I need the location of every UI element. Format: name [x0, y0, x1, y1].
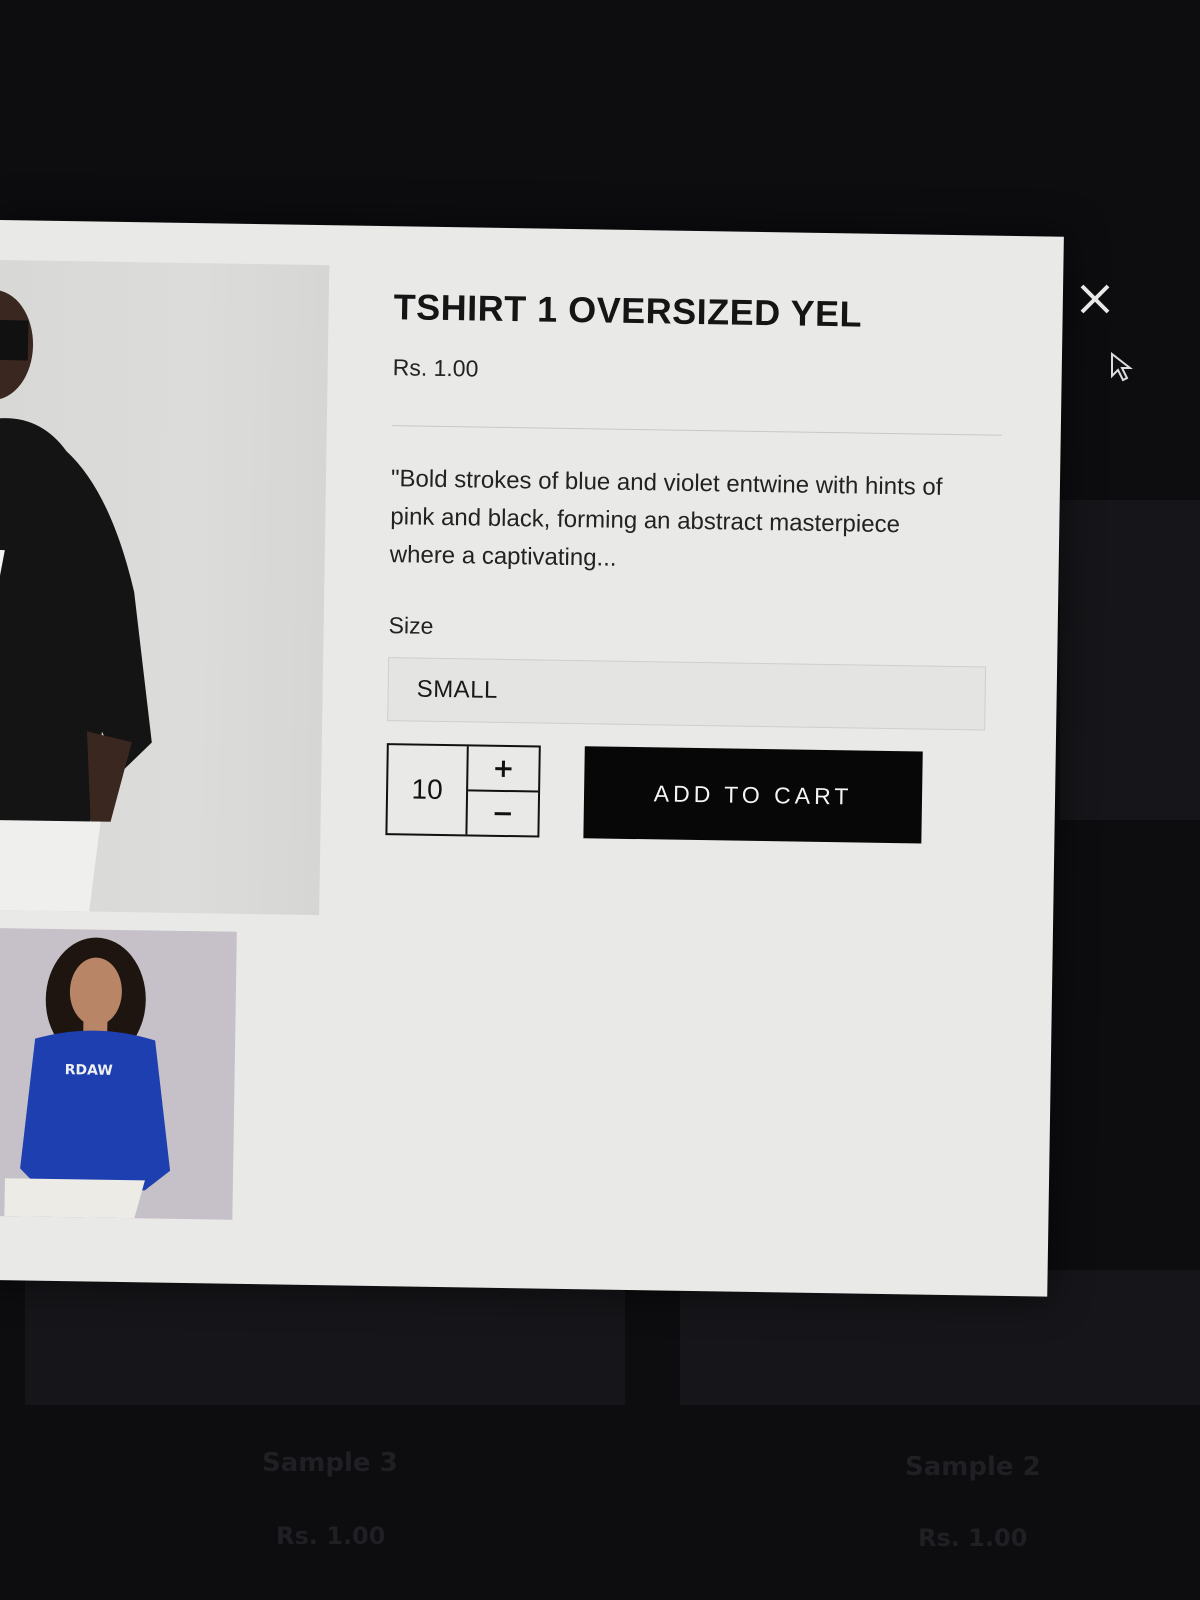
- mouse-pointer-icon: [1110, 351, 1134, 388]
- product-title: TSHIRT 1 OVERSIZED YEL: [393, 286, 863, 335]
- background-product-tile: [25, 1270, 625, 1405]
- quick-view-modal: RDAW TSHIRT 1 OVERSIZED YEL Rs. 1.00 "Bo…: [0, 220, 1064, 1297]
- background-card-title: Sample 2: [905, 1452, 1041, 1482]
- quantity-stepper: 10 + −: [385, 743, 541, 838]
- divider: [391, 425, 1002, 436]
- quantity-input[interactable]: 10: [387, 745, 469, 835]
- cart-actions: 10 + − ADD TO CART: [385, 743, 996, 845]
- product-description: "Bold strokes of blue and violet entwine…: [389, 465, 943, 572]
- product-gallery: RDAW: [0, 259, 330, 1220]
- product-image-main[interactable]: [0, 259, 330, 916]
- add-to-cart-button[interactable]: ADD TO CART: [583, 746, 923, 844]
- quantity-buttons: + −: [467, 746, 539, 835]
- model-hoodie-illustration: [0, 289, 152, 912]
- close-button[interactable]: [1078, 282, 1112, 316]
- background-card-title: Sample 3: [262, 1448, 398, 1478]
- product-details: TSHIRT 1 OVERSIZED YEL Rs. 1.00 "Bold st…: [385, 286, 1004, 845]
- quantity-increase-button[interactable]: +: [468, 746, 539, 793]
- close-icon: [1080, 284, 1110, 314]
- background-card-price: Rs. 1.00: [918, 1524, 1028, 1552]
- quantity-decrease-button[interactable]: −: [467, 791, 538, 835]
- size-label: Size: [388, 612, 434, 639]
- size-select[interactable]: SMALL: [387, 657, 987, 731]
- background-product-tile: [1060, 500, 1200, 820]
- svg-text:RDAW: RDAW: [65, 1062, 113, 1079]
- product-price: Rs. 1.00: [392, 354, 479, 382]
- model-sweatshirt-illustration: RDAW: [4, 937, 171, 1219]
- product-image-thumbnail[interactable]: RDAW: [0, 927, 237, 1220]
- background-card-price: Rs. 1.00: [276, 1522, 386, 1550]
